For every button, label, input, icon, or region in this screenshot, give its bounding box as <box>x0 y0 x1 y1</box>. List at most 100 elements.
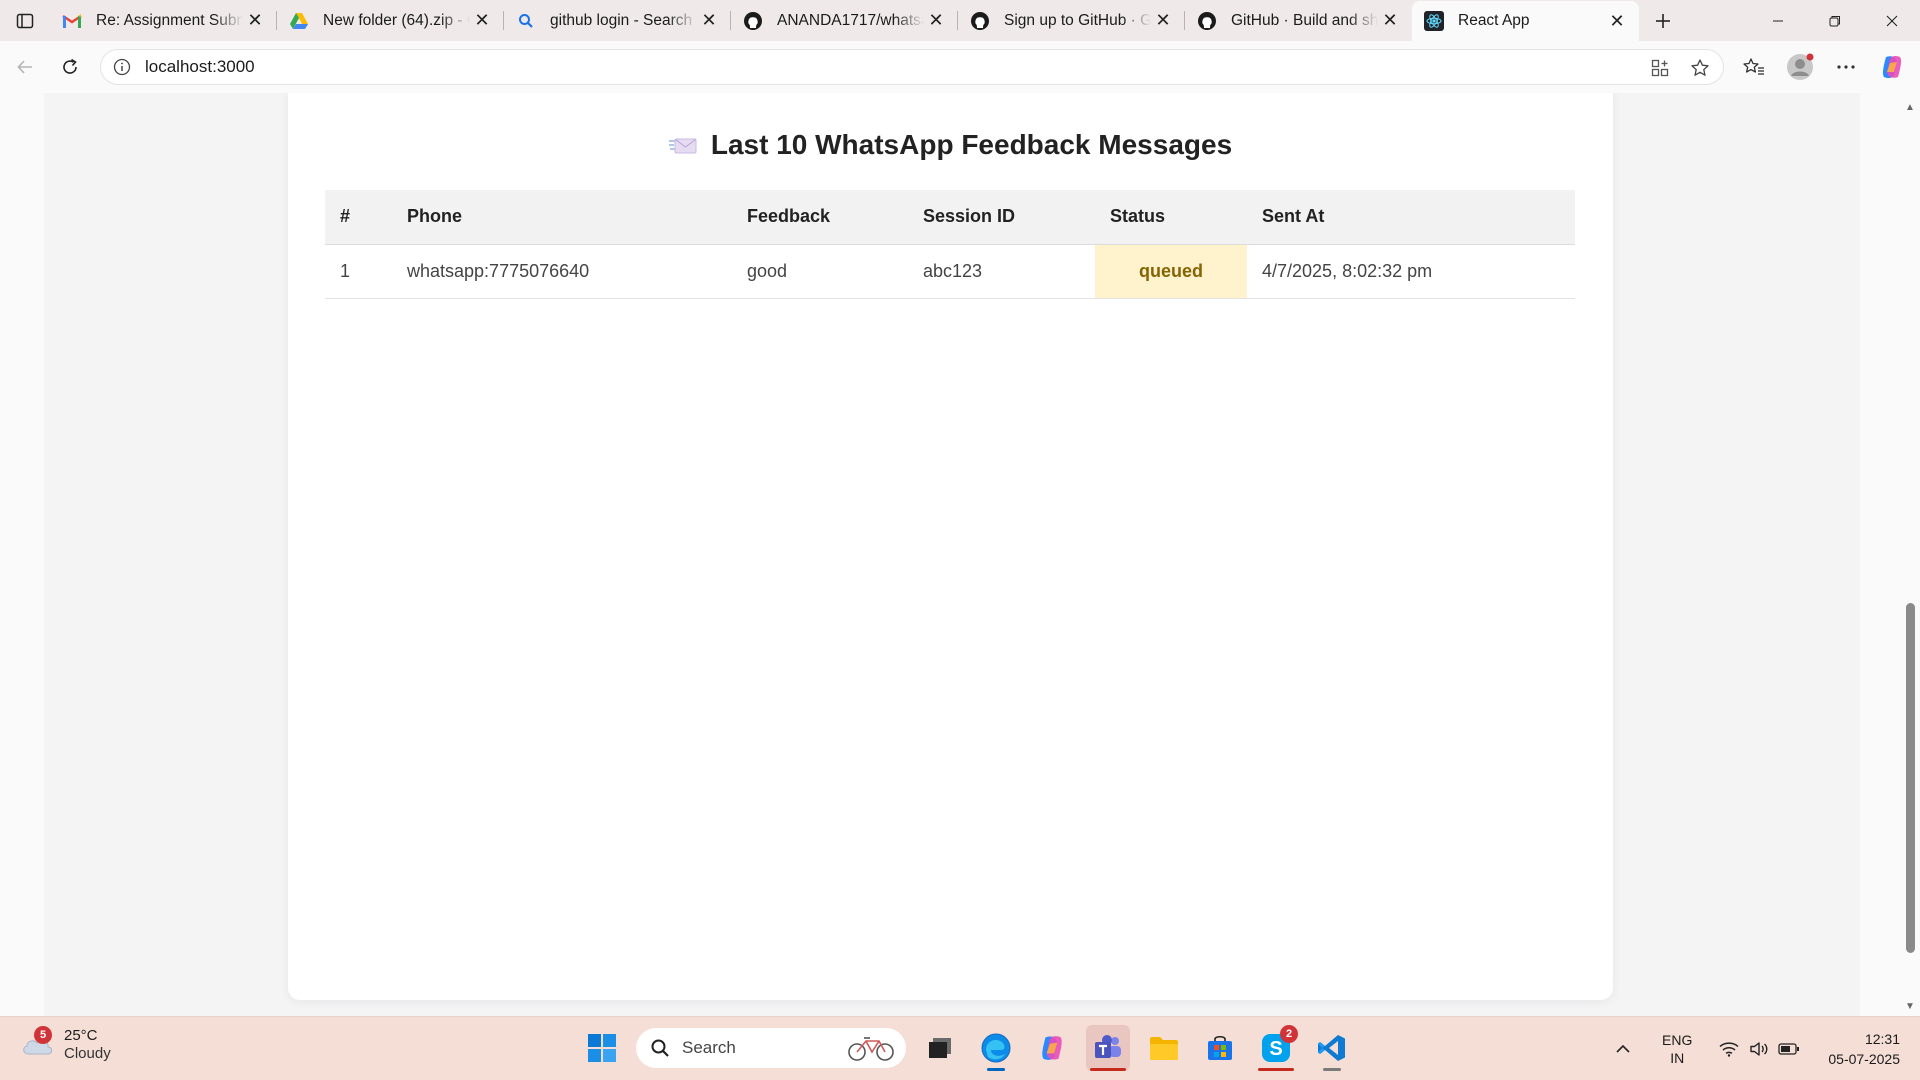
restore-button[interactable] <box>1806 0 1863 41</box>
favorites-icon[interactable] <box>1736 49 1772 85</box>
tab-title: Re: Assignment Submis <box>96 11 243 29</box>
phone-cell: whatsapp:7775076640 <box>392 244 732 299</box>
chevron-up-icon[interactable] <box>1608 1031 1638 1067</box>
store-icon <box>1208 1035 1232 1060</box>
column-header: Sent At <box>1247 190 1575 245</box>
gmail-icon <box>62 11 82 31</box>
tab-github-signup[interactable]: Sign up to GitHub · Git ✕ <box>958 0 1185 41</box>
volume-icon[interactable] <box>1744 1031 1774 1067</box>
system-tray: ENG IN 12:31 05-07-2025 <box>1608 1025 1900 1073</box>
close-icon <box>1886 15 1897 26</box>
tab-gmail[interactable]: Re: Assignment Submis ✕ <box>50 0 277 41</box>
close-window-button[interactable] <box>1863 0 1920 41</box>
bicycle-illustration-icon <box>848 1037 894 1061</box>
site-info-icon[interactable] <box>111 56 133 78</box>
copilot-app-icon <box>1042 1036 1062 1060</box>
taskbar-store[interactable] <box>1198 1025 1242 1071</box>
copilot-icon[interactable] <box>1874 49 1910 85</box>
taskbar-teams[interactable] <box>1086 1025 1130 1071</box>
column-header: Feedback <box>732 190 908 245</box>
close-tab-icon[interactable]: ✕ <box>924 9 948 33</box>
taskbar-search[interactable]: Search <box>636 1028 906 1068</box>
teams-icon <box>1095 1035 1121 1058</box>
page-scrollbar[interactable]: ▲ ▼ <box>1900 93 1920 1016</box>
column-header: Status <box>1095 190 1247 245</box>
github-icon <box>743 11 763 31</box>
back-button[interactable] <box>5 47 45 87</box>
close-tab-icon[interactable]: ✕ <box>697 9 721 33</box>
clock-date: 05-07-2025 <box>1828 1051 1900 1067</box>
tab-github-home[interactable]: GitHub · Build and ship ✕ <box>1185 0 1412 41</box>
tab-actions-icon <box>16 13 34 28</box>
taskbar-edge[interactable] <box>974 1025 1018 1071</box>
input-language[interactable]: ENG IN <box>1662 1031 1692 1067</box>
scroll-down-arrow-icon[interactable]: ▼ <box>1904 1000 1916 1012</box>
feedback-card: Last 10 WhatsApp Feedback Messages # Pho… <box>288 93 1613 1000</box>
taskbar-copilot[interactable] <box>1030 1025 1074 1071</box>
tab-bing-search[interactable]: github login - Search ✕ <box>504 0 731 41</box>
close-tab-icon[interactable]: ✕ <box>470 9 494 33</box>
tab-github-repo[interactable]: ANANDA1717/whatsap ✕ <box>731 0 958 41</box>
profile-avatar[interactable] <box>1782 49 1818 85</box>
github-icon <box>1197 11 1217 31</box>
table-header-row: # Phone Feedback Session ID Status Sent … <box>325 190 1575 245</box>
taskbar-vscode[interactable] <box>1310 1025 1354 1071</box>
app-available-icon[interactable] <box>1647 55 1673 81</box>
battery-icon[interactable] <box>1774 1031 1804 1067</box>
tab-title: github login - Search <box>550 11 693 29</box>
skype-badge: 2 <box>1280 1025 1298 1043</box>
close-tab-icon[interactable]: ✕ <box>1605 9 1629 33</box>
scrollbar-thumb[interactable] <box>1906 603 1915 953</box>
browser-toolbar: localhost:3000 <box>0 41 1920 93</box>
start-button[interactable] <box>580 1025 624 1071</box>
sent-at-cell: 4/7/2025, 8:02:32 pm <box>1247 244 1575 299</box>
close-tab-icon[interactable]: ✕ <box>1378 9 1402 33</box>
close-tab-icon[interactable]: ✕ <box>1151 9 1175 33</box>
task-view-icon <box>929 1038 951 1058</box>
page-margin-right <box>1860 93 1900 1016</box>
more-options-icon[interactable] <box>1828 49 1864 85</box>
column-header: Phone <box>392 190 732 245</box>
weather-badge: 5 <box>34 1026 52 1044</box>
minimize-button[interactable] <box>1749 0 1806 41</box>
search-icon <box>516 11 536 31</box>
favorite-star-icon[interactable] <box>1687 55 1713 81</box>
weather-text: 25°C Cloudy <box>64 1027 111 1063</box>
address-bar[interactable]: localhost:3000 <box>100 49 1724 85</box>
search-icon <box>651 1039 669 1057</box>
tab-title: GitHub · Build and ship <box>1231 11 1378 29</box>
window-controls <box>1749 0 1920 41</box>
column-header: Session ID <box>908 190 1095 245</box>
tab-actions-button[interactable] <box>0 0 50 41</box>
taskbar-file-explorer[interactable] <box>1142 1025 1186 1071</box>
weather-temp: 25°C <box>64 1027 98 1044</box>
language-region: IN <box>1670 1050 1685 1066</box>
refresh-icon <box>63 58 77 74</box>
close-tab-icon[interactable]: ✕ <box>243 9 267 33</box>
react-icon <box>1424 11 1444 31</box>
active-indicator <box>1090 1068 1126 1071</box>
new-tab-button[interactable] <box>1639 0 1687 41</box>
active-indicator <box>1258 1068 1294 1071</box>
wifi-icon[interactable] <box>1714 1031 1744 1067</box>
clock[interactable]: 12:31 05-07-2025 <box>1828 1029 1900 1069</box>
tab-react-app[interactable]: React App ✕ <box>1412 1 1639 41</box>
windows-taskbar: 5 25°C Cloudy Search S 2 ENG IN 12:31 05… <box>0 1016 1920 1080</box>
envelope-emoji-icon <box>668 138 697 154</box>
taskbar-search-placeholder: Search <box>682 1038 736 1057</box>
weather-widget[interactable]: 5 25°C Cloudy <box>20 1026 111 1063</box>
github-icon <box>970 11 990 31</box>
vscode-icon <box>1318 1035 1345 1061</box>
scroll-up-arrow-icon[interactable]: ▲ <box>1904 101 1916 113</box>
taskbar-apps: Search S 2 <box>580 1025 1354 1071</box>
refresh-button[interactable] <box>50 47 90 87</box>
windows-logo-icon <box>588 1034 616 1062</box>
page-title: Last 10 WhatsApp Feedback Messages <box>288 129 1613 161</box>
taskbar-skype[interactable]: S 2 <box>1254 1025 1298 1071</box>
tab-google-drive[interactable]: New folder (64).zip - G ✕ <box>277 0 504 41</box>
tab-title: Sign up to GitHub · Git <box>1004 11 1151 29</box>
column-header: # <box>325 190 392 245</box>
task-view-button[interactable] <box>918 1025 962 1071</box>
session-id-cell: abc123 <box>908 244 1095 299</box>
table-row: 1 whatsapp:7775076640 good abc123 queued… <box>325 244 1575 299</box>
